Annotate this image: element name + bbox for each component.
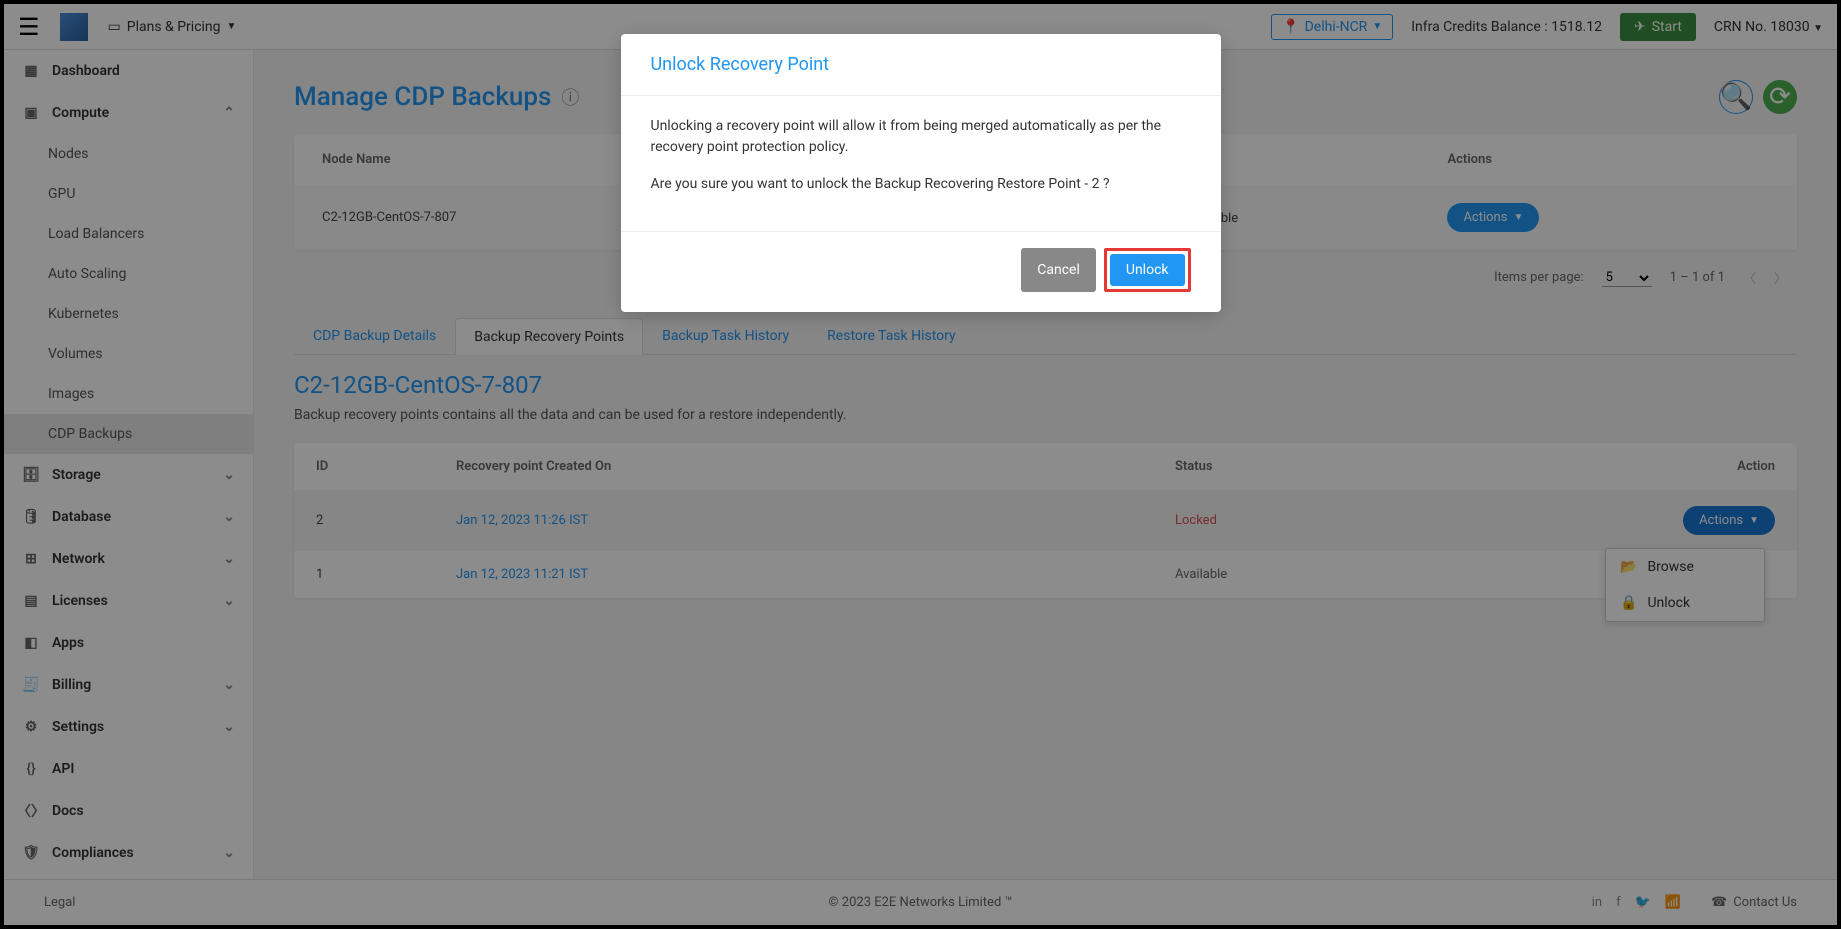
modal-title: Unlock Recovery Point	[621, 34, 1221, 96]
unlock-button[interactable]: Unlock	[1110, 254, 1185, 286]
unlock-modal: Unlock Recovery Point Unlocking a recove…	[621, 34, 1221, 312]
modal-body: Unlocking a recovery point will allow it…	[621, 96, 1221, 231]
unlock-button-highlight: Unlock	[1104, 248, 1191, 292]
modal-body-text-2: Are you sure you want to unlock the Back…	[651, 174, 1191, 195]
modal-body-text-1: Unlocking a recovery point will allow it…	[651, 116, 1191, 158]
cancel-button[interactable]: Cancel	[1021, 248, 1096, 292]
modal-footer: Cancel Unlock	[621, 231, 1221, 312]
